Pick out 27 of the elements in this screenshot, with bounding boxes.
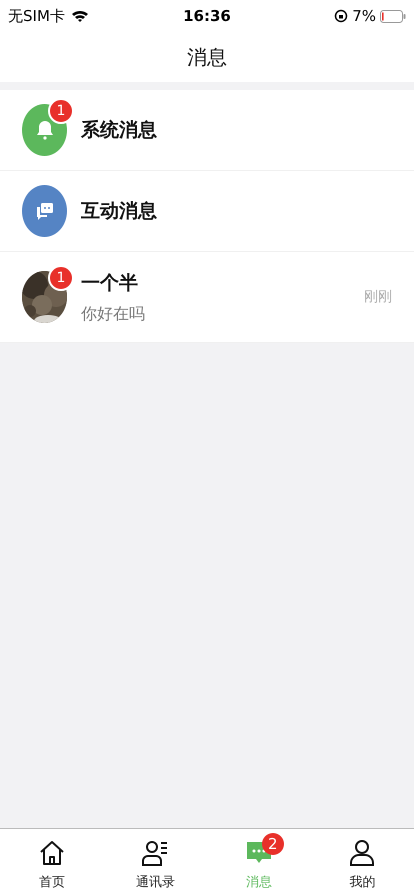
bell-icon bbox=[36, 120, 54, 140]
unread-badge: 1 bbox=[48, 265, 74, 291]
tab-item[interactable]: 我的 bbox=[310, 829, 414, 896]
unread-badge: 2 bbox=[262, 833, 284, 855]
tab-item[interactable]: 首页 bbox=[0, 829, 104, 896]
message-preview: 你好在吗 bbox=[81, 304, 146, 324]
conversation-item[interactable]: 互动消息 bbox=[0, 171, 414, 252]
tab-item[interactable]: 2 消息 bbox=[207, 829, 310, 896]
tab-item[interactable]: 通讯录 bbox=[104, 829, 207, 896]
battery-icon bbox=[380, 10, 406, 22]
conversation-item[interactable]: 1 系统消息 bbox=[0, 90, 414, 171]
clock: 16:36 bbox=[183, 7, 231, 25]
home-icon bbox=[38, 839, 66, 867]
person-icon bbox=[348, 839, 376, 867]
message-time: 刚刚 bbox=[364, 288, 392, 306]
chat-bubbles-icon bbox=[34, 201, 54, 221]
unread-badge: 1 bbox=[48, 98, 74, 124]
contacts-icon bbox=[141, 839, 170, 867]
carrier-text: 无SIM卡 bbox=[8, 6, 65, 26]
battery-percent: 7% bbox=[352, 7, 376, 25]
conversation-title: 系统消息 bbox=[81, 118, 158, 143]
conversation-title: 一个半 bbox=[81, 270, 139, 296]
conversation-item[interactable]: 1 一个半 你好在吗 刚刚 bbox=[0, 252, 414, 343]
page-title: 消息 bbox=[187, 44, 227, 70]
rotation-lock-icon bbox=[334, 9, 348, 23]
wifi-icon bbox=[70, 9, 89, 23]
conversation-title: 互动消息 bbox=[81, 199, 158, 224]
